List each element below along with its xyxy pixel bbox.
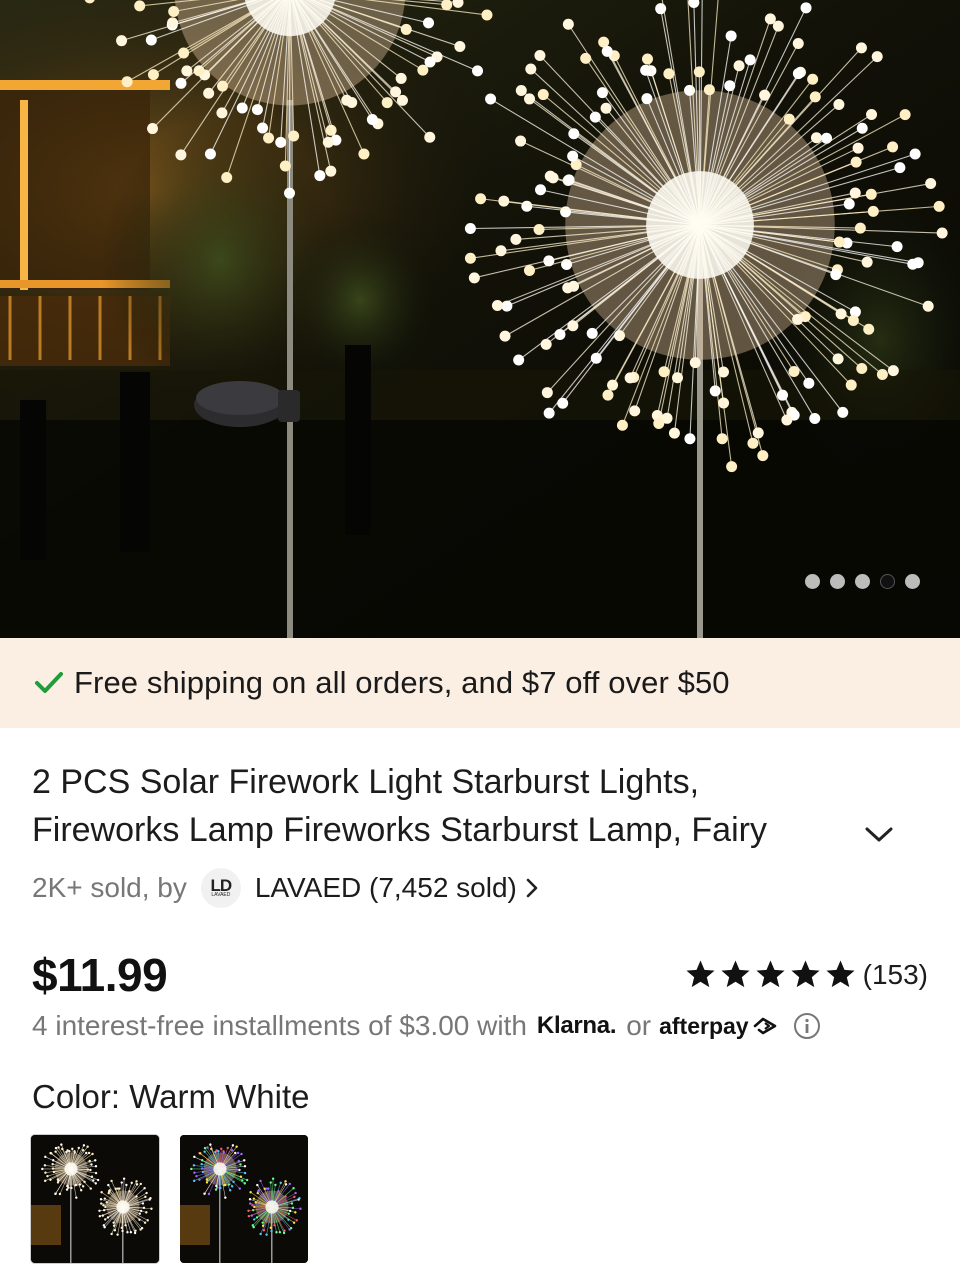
price: $11.99	[32, 949, 168, 1001]
afterpay-logo-icon	[753, 1017, 776, 1035]
star-icon	[791, 960, 820, 988]
or-text: or	[626, 1010, 652, 1041]
swatch-warm-white-image	[31, 1135, 159, 1263]
carousel-dot[interactable]	[830, 574, 845, 589]
color-swatches	[31, 1135, 308, 1263]
chevron-down-icon[interactable]	[862, 822, 896, 846]
swatch-warm-white[interactable]	[31, 1135, 159, 1263]
product-title-line-1: 2 PCS Solar Firework Light Starburst Lig…	[32, 763, 700, 801]
rating-stars	[684, 958, 857, 991]
chevron-right-icon	[526, 878, 538, 898]
sold-count-text: 2K+ sold, by	[32, 872, 187, 903]
seller-row[interactable]: 2K+ sold, by LD LAVAED LAVAED (7,452 sol…	[32, 868, 541, 908]
carousel-dot[interactable]	[855, 574, 870, 589]
star-icon	[721, 960, 750, 988]
star-icon	[686, 960, 715, 988]
hero-photo	[0, 0, 960, 638]
afterpay-label: afterpay	[659, 1012, 749, 1039]
carousel-dot[interactable]	[880, 574, 895, 589]
swatch-multicolor-image	[180, 1135, 308, 1263]
check-icon	[35, 672, 63, 693]
shipping-banner-text: Free shipping on all orders, and $7 off …	[74, 665, 730, 700]
seller-logo-subtext: LAVAED	[211, 892, 231, 898]
rating[interactable]: (153)	[684, 958, 928, 991]
seller-name[interactable]: LAVAED (7,452 sold)	[255, 872, 517, 904]
star-icon	[826, 960, 855, 988]
seller-logo-text: LD	[210, 876, 233, 895]
installments-text: 4 interest-free installments of $3.00 wi…	[32, 1010, 527, 1041]
installments-row[interactable]: 4 interest-free installments of $3.00 wi…	[32, 1010, 821, 1042]
carousel-dot[interactable]	[805, 574, 820, 589]
seller-logo: LD LAVAED	[200, 868, 241, 908]
swatch-multicolor[interactable]	[180, 1135, 308, 1263]
color-label: Color: Warm White	[32, 1078, 310, 1115]
product-title[interactable]: 2 PCS Solar Firework Light Starburst Lig…	[32, 758, 912, 854]
klarna-logo: Klarna.	[536, 1012, 617, 1039]
carousel-dots[interactable]	[805, 574, 920, 589]
info-icon[interactable]	[793, 1012, 821, 1040]
carousel-dot[interactable]	[905, 574, 920, 589]
shipping-banner: Free shipping on all orders, and $7 off …	[0, 638, 960, 728]
product-title-line-2: Fireworks Lamp Fireworks Starburst Lamp,…	[32, 811, 767, 849]
product-hero-image[interactable]	[0, 0, 960, 638]
star-icon	[756, 960, 785, 988]
rating-count: (153)	[862, 958, 928, 990]
afterpay-logo: afterpay	[659, 1013, 778, 1040]
